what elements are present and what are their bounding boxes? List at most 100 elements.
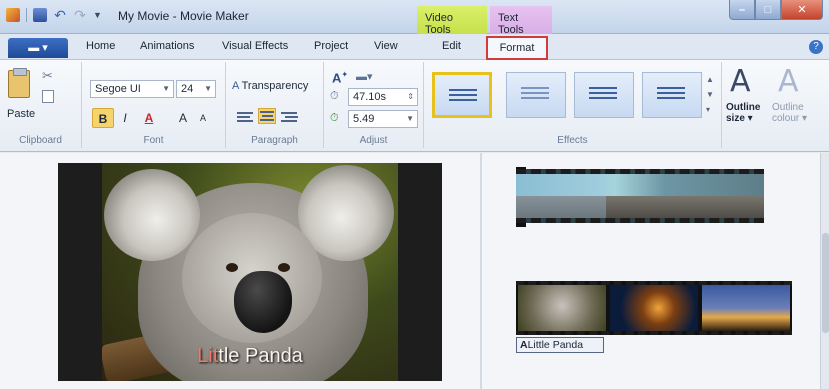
transparency-label: Transparency (241, 80, 309, 92)
transparency-icon: A (232, 80, 239, 92)
workspace: Little Panda ALittle Panda (0, 153, 829, 389)
ribbon-tabs: ▬ ▾ Home Animations Visual Effects Proje… (0, 34, 829, 60)
effect-none[interactable] (432, 72, 492, 118)
duration-value: 5.49 (353, 113, 375, 125)
outline-colour-line2: colour (772, 113, 800, 124)
duration-icon: ⏱ (330, 112, 339, 124)
outline-size-line1: Outline (726, 102, 761, 113)
caption-chip-icon: A (520, 339, 528, 351)
font-family-select[interactable]: Segoe UI ▼ (90, 80, 174, 98)
start-time-icon: ⏱ (330, 90, 339, 102)
tab-format[interactable]: Format (486, 36, 548, 60)
qat-dropdown-icon[interactable]: ▼ (93, 8, 107, 22)
storyboard-clip-horses[interactable] (516, 169, 764, 223)
tab-project[interactable]: Project (314, 40, 348, 52)
close-button[interactable]: ✕ (781, 0, 823, 20)
font-size-value: 24 (181, 83, 194, 95)
paragraph-group-label: Paragraph (251, 135, 298, 146)
adjust-group: A✦ ▬▾ ⏱ 47.10s ⇕ ⏱ 5.49 ▼ Adjust (324, 62, 424, 148)
paste-icon[interactable] (8, 68, 30, 98)
thumbnail-sunset[interactable] (702, 285, 790, 331)
shrink-font-button[interactable]: A (192, 108, 214, 128)
undo-icon[interactable]: ↶ (53, 8, 67, 22)
font-group-label: Font (143, 135, 164, 146)
tab-visual-effects[interactable]: Visual Effects (222, 40, 288, 52)
transparency-button[interactable]: A Transparency (232, 80, 308, 92)
outline-colour-button[interactable]: Outline colour ▾ (772, 102, 807, 124)
copy-icon[interactable] (42, 90, 54, 103)
chevron-down-icon: ▼ (406, 114, 414, 123)
thumbnail-koala[interactable] (518, 285, 606, 331)
minimize-button[interactable]: – (729, 0, 755, 20)
outline-size-line2: size (726, 113, 745, 124)
effect-fade[interactable] (506, 72, 566, 118)
preview-caption[interactable]: Little Panda (58, 345, 442, 368)
quick-access-toolbar: ↶ ↷ ▼ (6, 8, 107, 22)
koala-right-eye-shape (278, 263, 290, 272)
effects-group-label: Effects (557, 135, 588, 146)
spinner-icon: ⇕ (407, 92, 414, 101)
caption-text: tle Panda (218, 345, 303, 367)
paragraph-group: A Transparency Paragraph (226, 62, 324, 148)
clipboard-group-label: Clipboard (19, 135, 62, 146)
adjust-group-label: Adjust (359, 135, 388, 146)
window-title: My Movie - Movie Maker (118, 9, 249, 23)
paste-button[interactable]: Paste (7, 108, 35, 120)
save-icon[interactable] (33, 8, 47, 22)
redo-icon[interactable]: ↷ (73, 8, 87, 22)
font-size-select[interactable]: 24 ▼ (176, 80, 216, 98)
thumbnail-jellyfish[interactable] (610, 285, 698, 331)
outline-size-icon[interactable]: A (730, 64, 751, 99)
caption-chip-label: Little Panda (527, 339, 584, 351)
chevron-down-icon: ▼ (204, 84, 212, 93)
koala-left-ear-shape (104, 169, 200, 261)
tab-animations[interactable]: Animations (140, 40, 194, 52)
effects-group: ▲ ▼ ▾ Effects (424, 62, 722, 148)
clipboard-group: Paste ✂ Clipboard (0, 62, 82, 148)
title-bar: ↶ ↷ ▼ My Movie - Movie Maker Video Tools… (0, 0, 829, 36)
text-effect-icon[interactable]: A✦ (332, 70, 348, 85)
koala-nose-shape (234, 271, 292, 333)
clip-selection-overlay (516, 174, 606, 218)
caption-chip[interactable]: ALittle Panda (516, 337, 604, 353)
window-controls: – □ ✕ (729, 0, 823, 20)
chevron-down-icon: ▼ (162, 84, 170, 93)
effects-gallery-scroll[interactable]: ▲ ▼ ▾ (706, 72, 714, 117)
effect-fly-in[interactable] (642, 72, 702, 118)
font-group: Segoe UI ▼ 24 ▼ B I A A A Font (82, 62, 226, 148)
app-icon[interactable] (6, 8, 20, 22)
start-time-input[interactable]: 47.10s ⇕ (348, 88, 418, 106)
cut-icon[interactable]: ✂ (42, 68, 53, 84)
background-color-icon[interactable]: ▬▾ (356, 70, 373, 83)
qat-separator (26, 8, 27, 22)
align-center-icon[interactable] (258, 108, 276, 124)
pane-splitter[interactable] (480, 153, 482, 389)
video-preview[interactable]: Little Panda (58, 163, 442, 381)
grow-font-button[interactable]: A (172, 108, 194, 128)
file-menu-button[interactable]: ▬ ▾ (8, 38, 68, 58)
tab-view[interactable]: View (374, 40, 398, 52)
align-left-icon[interactable] (236, 110, 254, 126)
scrollbar-thumb[interactable] (822, 233, 829, 333)
effect-scroll[interactable] (574, 72, 634, 118)
outline-colour-icon[interactable]: A (778, 64, 799, 99)
font-color-button[interactable]: A (138, 108, 160, 128)
outline-group: A Outline size ▾ A Outline colour ▾ (722, 62, 818, 148)
font-family-value: Segoe UI (95, 83, 141, 95)
italic-button[interactable]: I (114, 108, 136, 128)
movie-maker-window: ↶ ↷ ▼ My Movie - Movie Maker Video Tools… (0, 0, 829, 389)
text-tools-context-tab: Text Tools (490, 6, 552, 36)
ribbon: Paste ✂ Clipboard Segoe UI ▼ 24 ▼ B I A A … (0, 60, 829, 152)
align-right-icon[interactable] (280, 110, 298, 126)
caption-highlighted-text: Lit (197, 345, 219, 367)
tab-edit[interactable]: Edit (442, 40, 461, 52)
outline-size-button[interactable]: Outline size ▾ (726, 102, 760, 124)
duration-input[interactable]: 5.49 ▼ (348, 110, 418, 128)
bold-button[interactable]: B (92, 108, 114, 128)
maximize-button[interactable]: □ (755, 0, 781, 20)
help-icon[interactable]: ? (809, 40, 823, 54)
tab-home[interactable]: Home (86, 40, 115, 52)
vertical-scrollbar[interactable] (820, 153, 829, 389)
storyboard-clip-photos[interactable] (516, 281, 792, 335)
koala-left-eye-shape (226, 263, 238, 272)
